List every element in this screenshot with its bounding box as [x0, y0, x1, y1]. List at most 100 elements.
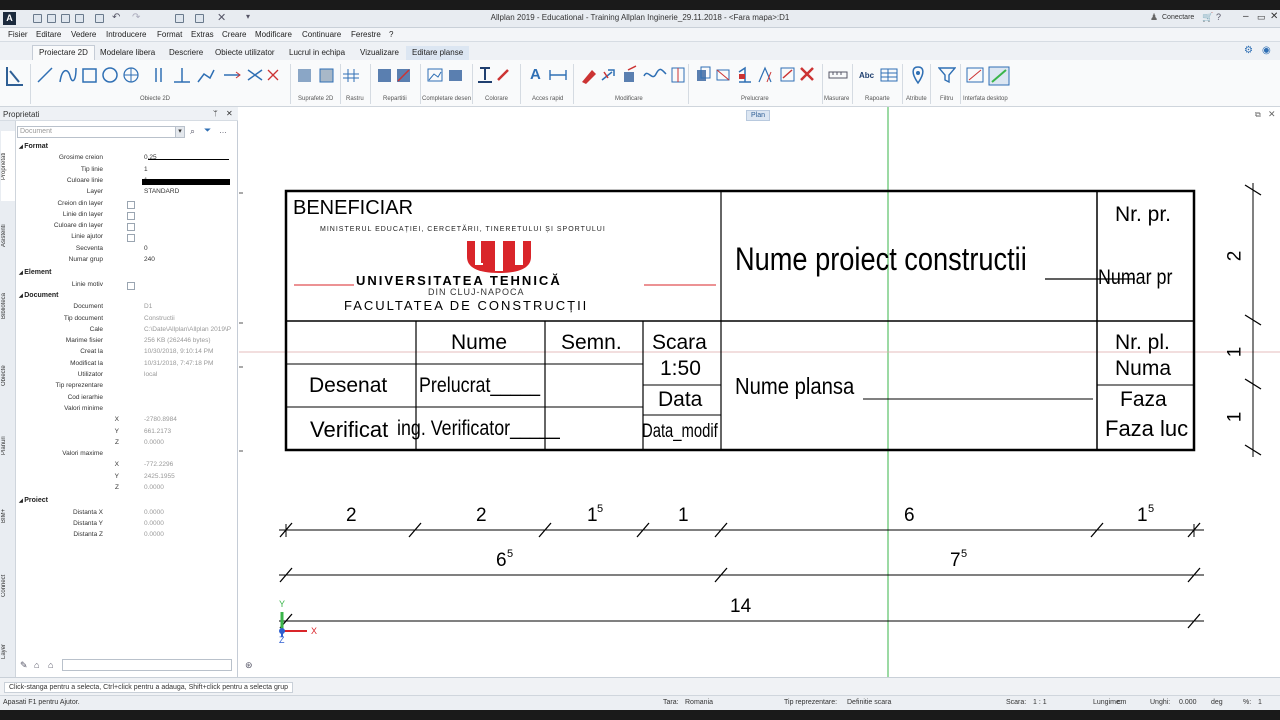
property-row[interactable]: Y 661.2173: [17, 428, 237, 439]
more-icon[interactable]: …: [219, 126, 227, 135]
desktop-interface-icons[interactable]: [965, 66, 1011, 88]
property-row[interactable]: X -2780.8984: [17, 416, 237, 427]
measure-icon[interactable]: [828, 68, 848, 82]
property-row[interactable]: Z 0.0000: [17, 484, 237, 495]
menu-fisier[interactable]: Fisier: [8, 30, 28, 39]
checkbox[interactable]: [127, 234, 135, 243]
menu-editare[interactable]: Editare: [36, 30, 61, 39]
length-unit[interactable]: cm: [1117, 699, 1126, 706]
percent-value[interactable]: 1: [1258, 699, 1262, 706]
reports-icon[interactable]: Abc: [859, 71, 874, 80]
vtab-layer[interactable]: Layer: [1, 626, 15, 676]
connect-link[interactable]: Conectare: [1162, 14, 1194, 21]
favorites-dropdown[interactable]: [62, 659, 232, 671]
section-document[interactable]: ◢ Document: [19, 292, 58, 299]
property-row[interactable]: X -772.2296: [17, 461, 237, 472]
checkbox[interactable]: [127, 223, 135, 232]
tab-obiecte-utilizator[interactable]: Obiecte utilizator: [209, 46, 281, 60]
pin-icon[interactable]: ᛘ: [213, 109, 218, 118]
home-icon[interactable]: ⌂: [34, 660, 39, 670]
angle-value[interactable]: 0.000: [1179, 699, 1197, 706]
property-row[interactable]: Grosime creion 0.25: [17, 154, 237, 165]
property-value[interactable]: C:\Date\Allplan\Allplan 2019\P: [144, 326, 231, 333]
menu-vedere[interactable]: Vedere: [71, 30, 96, 39]
line-color-swatch[interactable]: [142, 178, 230, 185]
report-table-icon[interactable]: [880, 68, 898, 82]
tab-vizualizare[interactable]: Vizualizare: [354, 46, 405, 60]
property-value[interactable]: 0.0000: [144, 520, 164, 527]
minimize-icon[interactable]: –: [1243, 11, 1249, 22]
property-row[interactable]: Tip linie 1: [17, 166, 237, 177]
property-row[interactable]: Cale C:\Date\Allplan\Allplan 2019\P: [17, 326, 237, 337]
property-row[interactable]: Utilizator local: [17, 371, 237, 382]
property-value[interactable]: local: [144, 371, 157, 378]
misc-tools-icons[interactable]: [376, 66, 516, 84]
property-row[interactable]: Linie din layer: [17, 211, 237, 222]
checkbox[interactable]: [127, 211, 135, 220]
search-icon[interactable]: ⌕: [190, 126, 195, 137]
property-row[interactable]: Distanta X 0.0000: [17, 509, 237, 520]
text-tool-icon[interactable]: A: [530, 66, 541, 83]
close-window-icon[interactable]: ✕: [1270, 11, 1278, 22]
menu-creare[interactable]: Creare: [222, 30, 246, 39]
property-row[interactable]: Distanta Z 0.0000: [17, 531, 237, 542]
section-proiect[interactable]: ◢ Proiect: [19, 497, 48, 504]
tab-proiectare-2d[interactable]: Proiectare 2D: [32, 45, 95, 60]
dimension-tool-icon[interactable]: [548, 66, 568, 84]
menu-format[interactable]: Format: [157, 30, 182, 39]
tab-editare-planse[interactable]: Editare planse: [406, 46, 470, 60]
eyedropper-icon[interactable]: ✎: [20, 660, 28, 671]
favorite-icon[interactable]: ⌂: [48, 660, 53, 670]
property-row[interactable]: Distanta Y 0.0000: [17, 520, 237, 531]
menu-continuare[interactable]: Continuare: [302, 30, 341, 39]
property-row[interactable]: Valori maxime: [17, 450, 237, 461]
property-row[interactable]: Creion din layer: [17, 200, 237, 211]
vtab-bim[interactable]: BIM+: [1, 491, 15, 541]
property-value[interactable]: -772.2296: [144, 461, 173, 468]
property-row[interactable]: Marime fisier 256 KB (262446 bytes): [17, 337, 237, 348]
scale-value-status[interactable]: 1 : 1: [1033, 699, 1047, 706]
user-settings-icon[interactable]: ◉: [1262, 45, 1271, 56]
hatch-tools-icons[interactable]: [296, 66, 366, 84]
property-row[interactable]: Y 2425.1955: [17, 473, 237, 484]
dropdown-arrow-icon[interactable]: ▾: [175, 126, 185, 138]
vtab-asistenti[interactable]: Asistenti: [1, 211, 15, 261]
property-value[interactable]: 2425.1955: [144, 473, 175, 480]
property-row[interactable]: Linie motiv: [17, 281, 237, 292]
tab-modelare-libera[interactable]: Modelare libera: [94, 46, 161, 60]
draw-tools-icons[interactable]: [36, 66, 146, 84]
property-value[interactable]: 256 KB (262446 bytes): [144, 337, 211, 344]
property-row[interactable]: Linie ajutor: [17, 233, 237, 244]
property-row[interactable]: Valori minime: [17, 405, 237, 416]
vtab-obiecte[interactable]: Obiecte: [1, 351, 15, 401]
filter-small-icon[interactable]: ⏷: [204, 125, 211, 136]
property-row[interactable]: Culoare linie1: [17, 177, 237, 188]
property-value[interactable]: 10/31/2018, 7:47:18 PM: [144, 360, 213, 367]
property-value[interactable]: 0.0000: [144, 484, 164, 491]
menu-ferestre[interactable]: Ferestre: [351, 30, 381, 39]
property-value[interactable]: 0: [144, 245, 148, 252]
help-icon[interactable]: ?: [1216, 12, 1221, 22]
property-row[interactable]: Cod ierarhie: [17, 394, 237, 405]
property-value[interactable]: 240: [144, 256, 155, 263]
tab-descriere[interactable]: Descriere: [163, 46, 209, 60]
section-format[interactable]: ◢ Format: [19, 143, 48, 150]
gear-icon[interactable]: ⚙: [1244, 45, 1253, 56]
menu-extras[interactable]: Extras: [191, 30, 214, 39]
property-value[interactable]: -2780.8984: [144, 416, 177, 423]
filter-icon[interactable]: [938, 66, 956, 84]
library-icon[interactable]: [4, 63, 26, 91]
modify-tools-icons[interactable]: [578, 64, 686, 86]
property-row[interactable]: Culoare din layer: [17, 222, 237, 233]
property-value[interactable]: D1: [144, 303, 152, 310]
vtab-biblioteca[interactable]: Biblioteca: [1, 281, 15, 331]
cart-icon[interactable]: 🛒: [1202, 12, 1213, 23]
property-row[interactable]: Tip document Constructii: [17, 315, 237, 326]
close-palette-icon[interactable]: ✕: [226, 109, 233, 118]
menu-help[interactable]: ?: [389, 30, 393, 39]
property-row[interactable]: Document D1: [17, 303, 237, 314]
drawing-canvas[interactable]: Plan ⧉ ✕ ⊛ BENEFICIAR MINISTERUL EDUCAȚI…: [239, 107, 1280, 677]
maximize-icon[interactable]: ▭: [1257, 12, 1266, 23]
property-row[interactable]: Z 0.0000: [17, 439, 237, 450]
property-row[interactable]: Layer STANDARD: [17, 188, 237, 199]
